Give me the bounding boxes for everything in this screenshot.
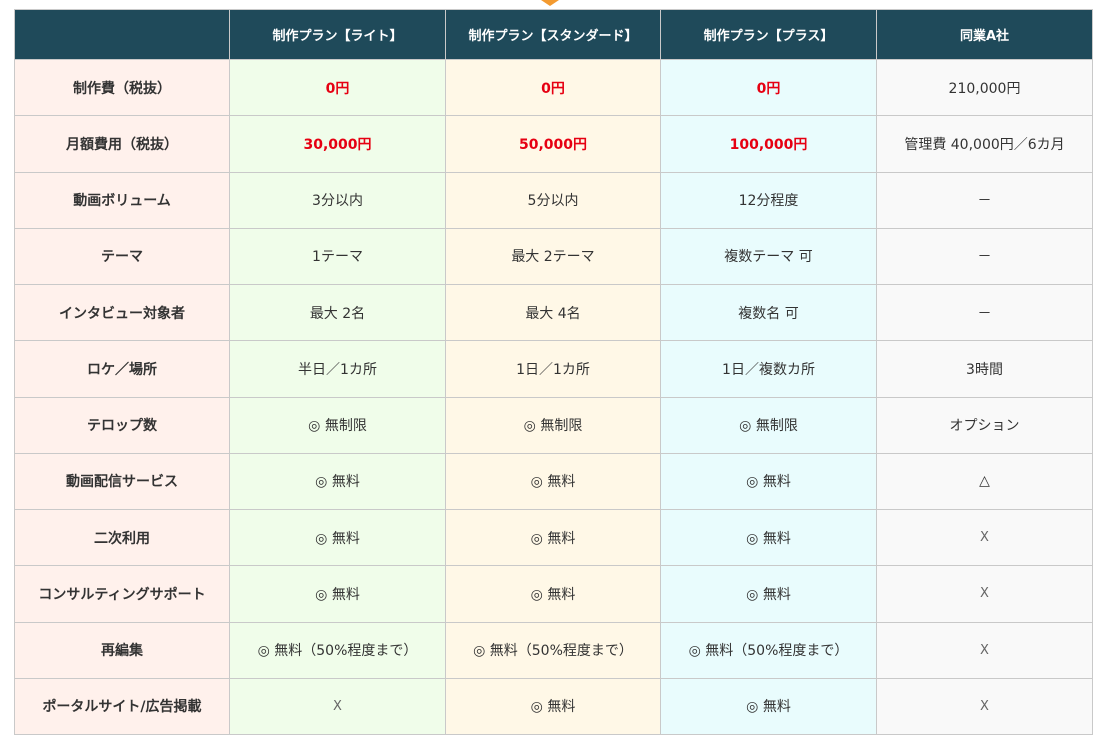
row-label: 二次利用 <box>14 508 230 567</box>
cell-competitor-a: － <box>876 171 1093 229</box>
cell-competitor-a: X <box>876 677 1093 736</box>
pointer-marker-icon <box>541 0 559 6</box>
cell-light: ◎ 無料 <box>229 452 446 511</box>
row-label: 動画配信サービス <box>14 452 230 511</box>
table-row: ロケ／場所 半日／1カ所 1日／1カ所 1日／複数カ所 3時間 <box>14 340 1093 398</box>
cell-competitor-a: － <box>876 227 1093 286</box>
cell-standard: ◎ 無料 <box>445 677 661 736</box>
table-row: テーマ 1テーマ 最大 2テーマ 複数テーマ 可－ <box>14 227 1093 286</box>
row-label: インタビュー対象者 <box>14 283 230 342</box>
row-label: ポータルサイト/広告掲載 <box>14 677 230 736</box>
table-row: コンサルティングサポート ◎ 無料 ◎ 無料 ◎ 無料 X <box>14 565 1093 623</box>
cell-plus: ◎ 無制限 <box>660 396 877 454</box>
cell-light: 0円 <box>229 58 446 117</box>
row-label: ロケ／場所 <box>14 340 230 398</box>
cell-light: 30,000円 <box>229 115 446 173</box>
cell-plus: ◎ 無料 <box>660 677 877 736</box>
cell-standard: ◎ 無料 <box>445 452 661 511</box>
header-competitor-a: 同業A社 <box>876 9 1093 60</box>
header-plan-light: 制作プラン【ライト】 <box>229 9 446 60</box>
cell-standard: ◎ 無料 <box>445 508 661 567</box>
header-plan-plus: 制作プラン【プラス】 <box>660 9 877 60</box>
cell-light: 1テーマ <box>229 227 446 286</box>
table-row: 再編集 ◎ 無料（50%程度まで） ◎ 無料（50%程度まで） ◎ 無料（50%程度ま… <box>14 621 1093 679</box>
table-row: 動画ボリューム 3分以内 5分以内 12分程度－ <box>14 171 1093 229</box>
cell-plus: ◎ 無料 <box>660 565 877 623</box>
cell-light: ◎ 無料 <box>229 508 446 567</box>
cell-competitor-a: X <box>876 508 1093 567</box>
table-row: テロップ数 ◎ 無制限 ◎ 無制限 ◎ 無制限 オプション <box>14 396 1093 454</box>
table-row: 動画配信サービス ◎ 無料 ◎ 無料 ◎ 無料 △ <box>14 452 1093 511</box>
cell-standard: 0円 <box>445 58 661 117</box>
row-label: 再編集 <box>14 621 230 679</box>
cell-light: 半日／1カ所 <box>229 340 446 398</box>
table-row: 二次利用 ◎ 無料 ◎ 無料 ◎ 無料 X <box>14 508 1093 567</box>
cell-plus: ◎ 無料 <box>660 508 877 567</box>
cell-light: 3分以内 <box>229 171 446 229</box>
cell-standard: ◎ 無料 <box>445 565 661 623</box>
cell-plus: 複数テーマ 可 <box>660 227 877 286</box>
cell-competitor-a: 3時間 <box>876 340 1093 398</box>
cell-standard: 最大 2テーマ <box>445 227 661 286</box>
cell-plus: 100,000円 <box>660 115 877 173</box>
cell-competitor-a: X <box>876 565 1093 623</box>
table-row: 月額費用（税抜） 30,000円 50,000円 100,000円 管理費 40,000… <box>14 115 1093 173</box>
plan-comparison-table: 制作プラン【ライト】 制作プラン【スタンダード】 制作プラン【プラス】 同業A社… <box>14 9 1093 736</box>
cell-standard: ◎ 無制限 <box>445 396 661 454</box>
cell-light: X <box>229 677 446 736</box>
header-plan-standard: 制作プラン【スタンダード】 <box>445 9 661 60</box>
cell-light: ◎ 無料 <box>229 565 446 623</box>
table-row: ポータルサイト/広告掲載 X ◎ 無料 ◎ 無料 X <box>14 677 1093 736</box>
cell-light: ◎ 無料（50%程度まで） <box>229 621 446 679</box>
cell-competitor-a: X <box>876 621 1093 679</box>
cell-plus: 複数名 可 <box>660 283 877 342</box>
table-row: 制作費（税抜） 0円 0円 0円 210,000円 <box>14 58 1093 117</box>
cell-standard: 50,000円 <box>445 115 661 173</box>
cell-competitor-a: 210,000円 <box>876 58 1093 117</box>
row-label: コンサルティングサポート <box>14 565 230 623</box>
cell-standard: 最大 4名 <box>445 283 661 342</box>
cell-plus: 1日／複数カ所 <box>660 340 877 398</box>
cell-competitor-a: 管理費 40,000円／6カ月 <box>876 115 1093 173</box>
cell-competitor-a: オプション <box>876 396 1093 454</box>
row-label: 制作費（税抜） <box>14 58 230 117</box>
cell-light: ◎ 無制限 <box>229 396 446 454</box>
cell-plus: ◎ 無料（50%程度まで） <box>660 621 877 679</box>
row-label: 動画ボリューム <box>14 171 230 229</box>
row-label: テーマ <box>14 227 230 286</box>
row-label: テロップ数 <box>14 396 230 454</box>
cell-light: 最大 2名 <box>229 283 446 342</box>
table-row: インタビュー対象者 最大 2名 最大 4名 複数名 可－ <box>14 283 1093 342</box>
header-corner <box>14 9 230 60</box>
cell-plus: 12分程度 <box>660 171 877 229</box>
cell-standard: 5分以内 <box>445 171 661 229</box>
cell-competitor-a: － <box>876 283 1093 342</box>
cell-plus: 0円 <box>660 58 877 117</box>
table-header-row: 制作プラン【ライト】 制作プラン【スタンダード】 制作プラン【プラス】 同業A社 <box>14 9 1093 60</box>
cell-standard: 1日／1カ所 <box>445 340 661 398</box>
cell-competitor-a: △ <box>876 452 1093 511</box>
cell-standard: ◎ 無料（50%程度まで） <box>445 621 661 679</box>
row-label: 月額費用（税抜） <box>14 115 230 173</box>
cell-plus: ◎ 無料 <box>660 452 877 511</box>
